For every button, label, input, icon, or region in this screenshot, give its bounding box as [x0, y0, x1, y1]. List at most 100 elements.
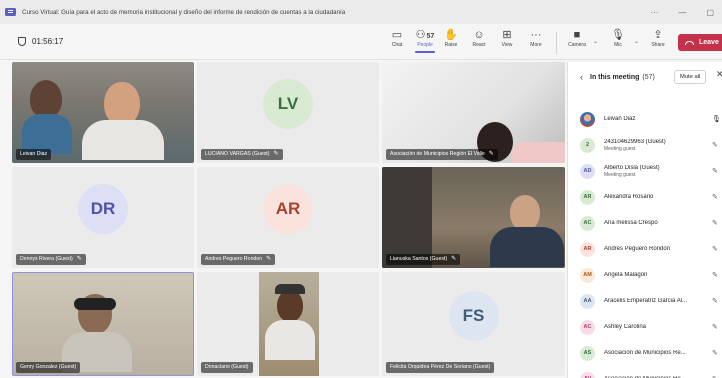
participant-row[interactable]: AVAsociación de Municipios Re...✎	[568, 366, 722, 378]
shield-icon	[18, 37, 26, 46]
mute-all-button[interactable]: Mute all	[674, 70, 707, 84]
timer-text: 01:56:17	[32, 37, 64, 46]
participant-video	[82, 120, 164, 160]
participant-row[interactable]: AC Ashley Carolina ✎	[568, 314, 722, 340]
participant-video	[277, 290, 303, 322]
participant-info: Angela Malagón	[604, 272, 712, 278]
mic-muted-icon[interactable]: ✎	[712, 349, 718, 357]
participant-row[interactable]: AA Aracelis Emperatriz Garcia Al... ✎	[568, 288, 722, 314]
participant-row[interactable]: AR Alexandra Rosario ✎	[568, 184, 722, 210]
avatar: AA	[580, 293, 595, 309]
raise-hand-icon: ✋	[444, 29, 458, 41]
avatar: AD	[580, 163, 595, 179]
more-icon: ···	[530, 29, 542, 41]
window-title: Curso Virtual: Guía para el acto de memo…	[22, 8, 346, 16]
tile-name-label: Lianuska Santos (Guest) ✎	[386, 254, 461, 265]
leave-button[interactable]: Leave	[678, 34, 722, 51]
participant-info: Alberto Disla (Guest) Meeting guest	[604, 165, 712, 178]
view-button[interactable]: ⊞ View	[492, 28, 522, 48]
mic-muted-icon[interactable]: ✎	[712, 245, 718, 253]
mic-muted-icon: ✎	[488, 151, 494, 157]
tile-name: Genry Gonzalez (Guest)	[20, 364, 77, 370]
chevron-left-icon[interactable]: ‹	[580, 72, 583, 82]
participant-row[interactable]: AM Angela Malagón ✎	[568, 262, 722, 288]
video-tile[interactable]: AR Andres Peguero Rondon ✎	[197, 167, 379, 268]
participant-name: 243104629963 (Guest)	[604, 138, 666, 145]
participant-info: Andres Peguero Rondon	[604, 246, 712, 252]
minimize-icon[interactable]: —	[678, 8, 686, 17]
camera-button[interactable]: ■ Camera	[562, 28, 592, 48]
tile-name: Leivan Diaz	[20, 151, 48, 157]
view-icon: ⊞	[502, 29, 512, 41]
video-tile[interactable]: DR Dennys Rivera (Guest) ✎	[12, 167, 194, 268]
video-tile[interactable]: Lianuska Santos (Guest) ✎	[382, 167, 565, 268]
video-tile[interactable]: LV LUCIANO VARGAS (Guest) ✎	[197, 62, 379, 163]
mic-button[interactable]: 🎙 Mic	[603, 28, 633, 48]
participant-name: Ana melissa Crespo	[604, 220, 658, 226]
meeting-toolbar: 01:56:17 ▭ Chat ⚇57 People ✋ Raise ☺ Rea…	[0, 24, 722, 60]
mic-muted-icon[interactable]: ✎	[712, 323, 718, 331]
participant-video	[275, 284, 305, 294]
raise-hand-button[interactable]: ✋ Raise	[436, 28, 466, 48]
teams-meeting-window: Curso Virtual: Guía para el acto de memo…	[0, 0, 722, 378]
participant-role: Meeting guest	[604, 171, 636, 178]
tile-name-label: LUCIANO VARGAS (Guest) ✎	[201, 149, 283, 160]
mic-muted-icon: ✎	[273, 151, 279, 157]
toolbar-divider	[556, 32, 557, 54]
mic-muted-icon: ✎	[76, 256, 82, 262]
tile-name-label: Andres Peguero Rondon ✎	[201, 254, 276, 265]
participant-name: Alberto Disla (Guest)	[604, 164, 660, 171]
mic-icon: 🎙	[611, 29, 625, 41]
participant-row[interactable]: Leivan Diaz 🎙	[568, 106, 722, 132]
mic-muted-icon[interactable]: ✎	[712, 167, 718, 175]
mic-muted-icon[interactable]: ✎	[712, 141, 718, 149]
mic-muted-icon[interactable]: ✎	[712, 297, 718, 305]
participant-row[interactable]: AD Alberto Disla (Guest) Meeting guest ✎	[568, 158, 722, 184]
participant-row[interactable]: AS Asociación de Municipios Re... ✎	[568, 340, 722, 366]
tile-name-label: Asociación de Municipios Región El Valle…	[386, 149, 498, 160]
participant-row[interactable]: 2 243104629963 (Guest) Meeting guest ✎	[568, 132, 722, 158]
participant-info: Aracelis Emperatriz Garcia Al...	[604, 298, 712, 304]
participant-row[interactable]: AC Ana melissa Crespo ✎	[568, 210, 722, 236]
tile-name: LUCIANO VARGAS (Guest)	[205, 151, 270, 157]
participant-row[interactable]: AR Andres Peguero Rondon ✎	[568, 236, 722, 262]
people-count: 57	[426, 33, 435, 40]
participant-video	[490, 227, 564, 267]
chat-icon: ▭	[391, 29, 403, 41]
more-button[interactable]: ··· More	[521, 28, 551, 48]
video-tile[interactable]: FS Felicita Orquidea Pérez De Soriano (G…	[382, 272, 565, 376]
react-button[interactable]: ☺ React	[464, 28, 494, 48]
avatar: AS	[580, 345, 595, 361]
video-tile[interactable]: Donaciano (Guest)	[197, 272, 379, 376]
teams-logo-icon	[5, 8, 16, 16]
participant-count: (57)	[642, 73, 655, 81]
phone-icon	[685, 40, 694, 45]
participant-video	[30, 80, 62, 118]
participant-info: Alexandra Rosario	[604, 194, 712, 200]
panel-title: In this meeting	[590, 73, 640, 81]
mic-muted-icon[interactable]: ✎	[712, 193, 718, 201]
video-grid: Leivan Diaz LV LUCIANO VARGAS (Guest) ✎ A…	[12, 62, 565, 378]
more-options-icon[interactable]: ···	[650, 8, 658, 17]
participant-list: Leivan Diaz 🎙 2 243104629963 (Guest) Meeting…	[568, 106, 722, 378]
avatar: AC	[580, 215, 595, 231]
participant-info: Ana melissa Crespo	[604, 220, 712, 226]
participant-video	[265, 320, 315, 360]
restore-icon[interactable]: ▢	[706, 8, 714, 17]
participant-video	[22, 114, 72, 154]
avatar	[580, 111, 595, 127]
mic-icon[interactable]: 🎙	[712, 115, 721, 123]
mic-options-chevron-icon[interactable]: ⌄	[634, 38, 639, 45]
participant-video	[512, 142, 565, 163]
share-button[interactable]: ⇪ Share	[643, 28, 673, 48]
camera-options-chevron-icon[interactable]: ⌄	[593, 38, 598, 45]
mic-muted-icon[interactable]: ✎	[712, 219, 718, 227]
video-tile[interactable]: Genry Gonzalez (Guest)	[12, 272, 194, 376]
participant-video	[510, 195, 540, 231]
video-tile[interactable]: Asociación de Municipios Región El Valle…	[382, 62, 565, 163]
mic-muted-icon[interactable]: ✎	[712, 271, 718, 279]
tile-name: Donaciano (Guest)	[205, 364, 249, 370]
video-tile[interactable]: Leivan Diaz	[12, 62, 194, 163]
chat-button[interactable]: ▭ Chat	[382, 28, 412, 48]
close-icon[interactable]: ✕	[716, 69, 722, 80]
